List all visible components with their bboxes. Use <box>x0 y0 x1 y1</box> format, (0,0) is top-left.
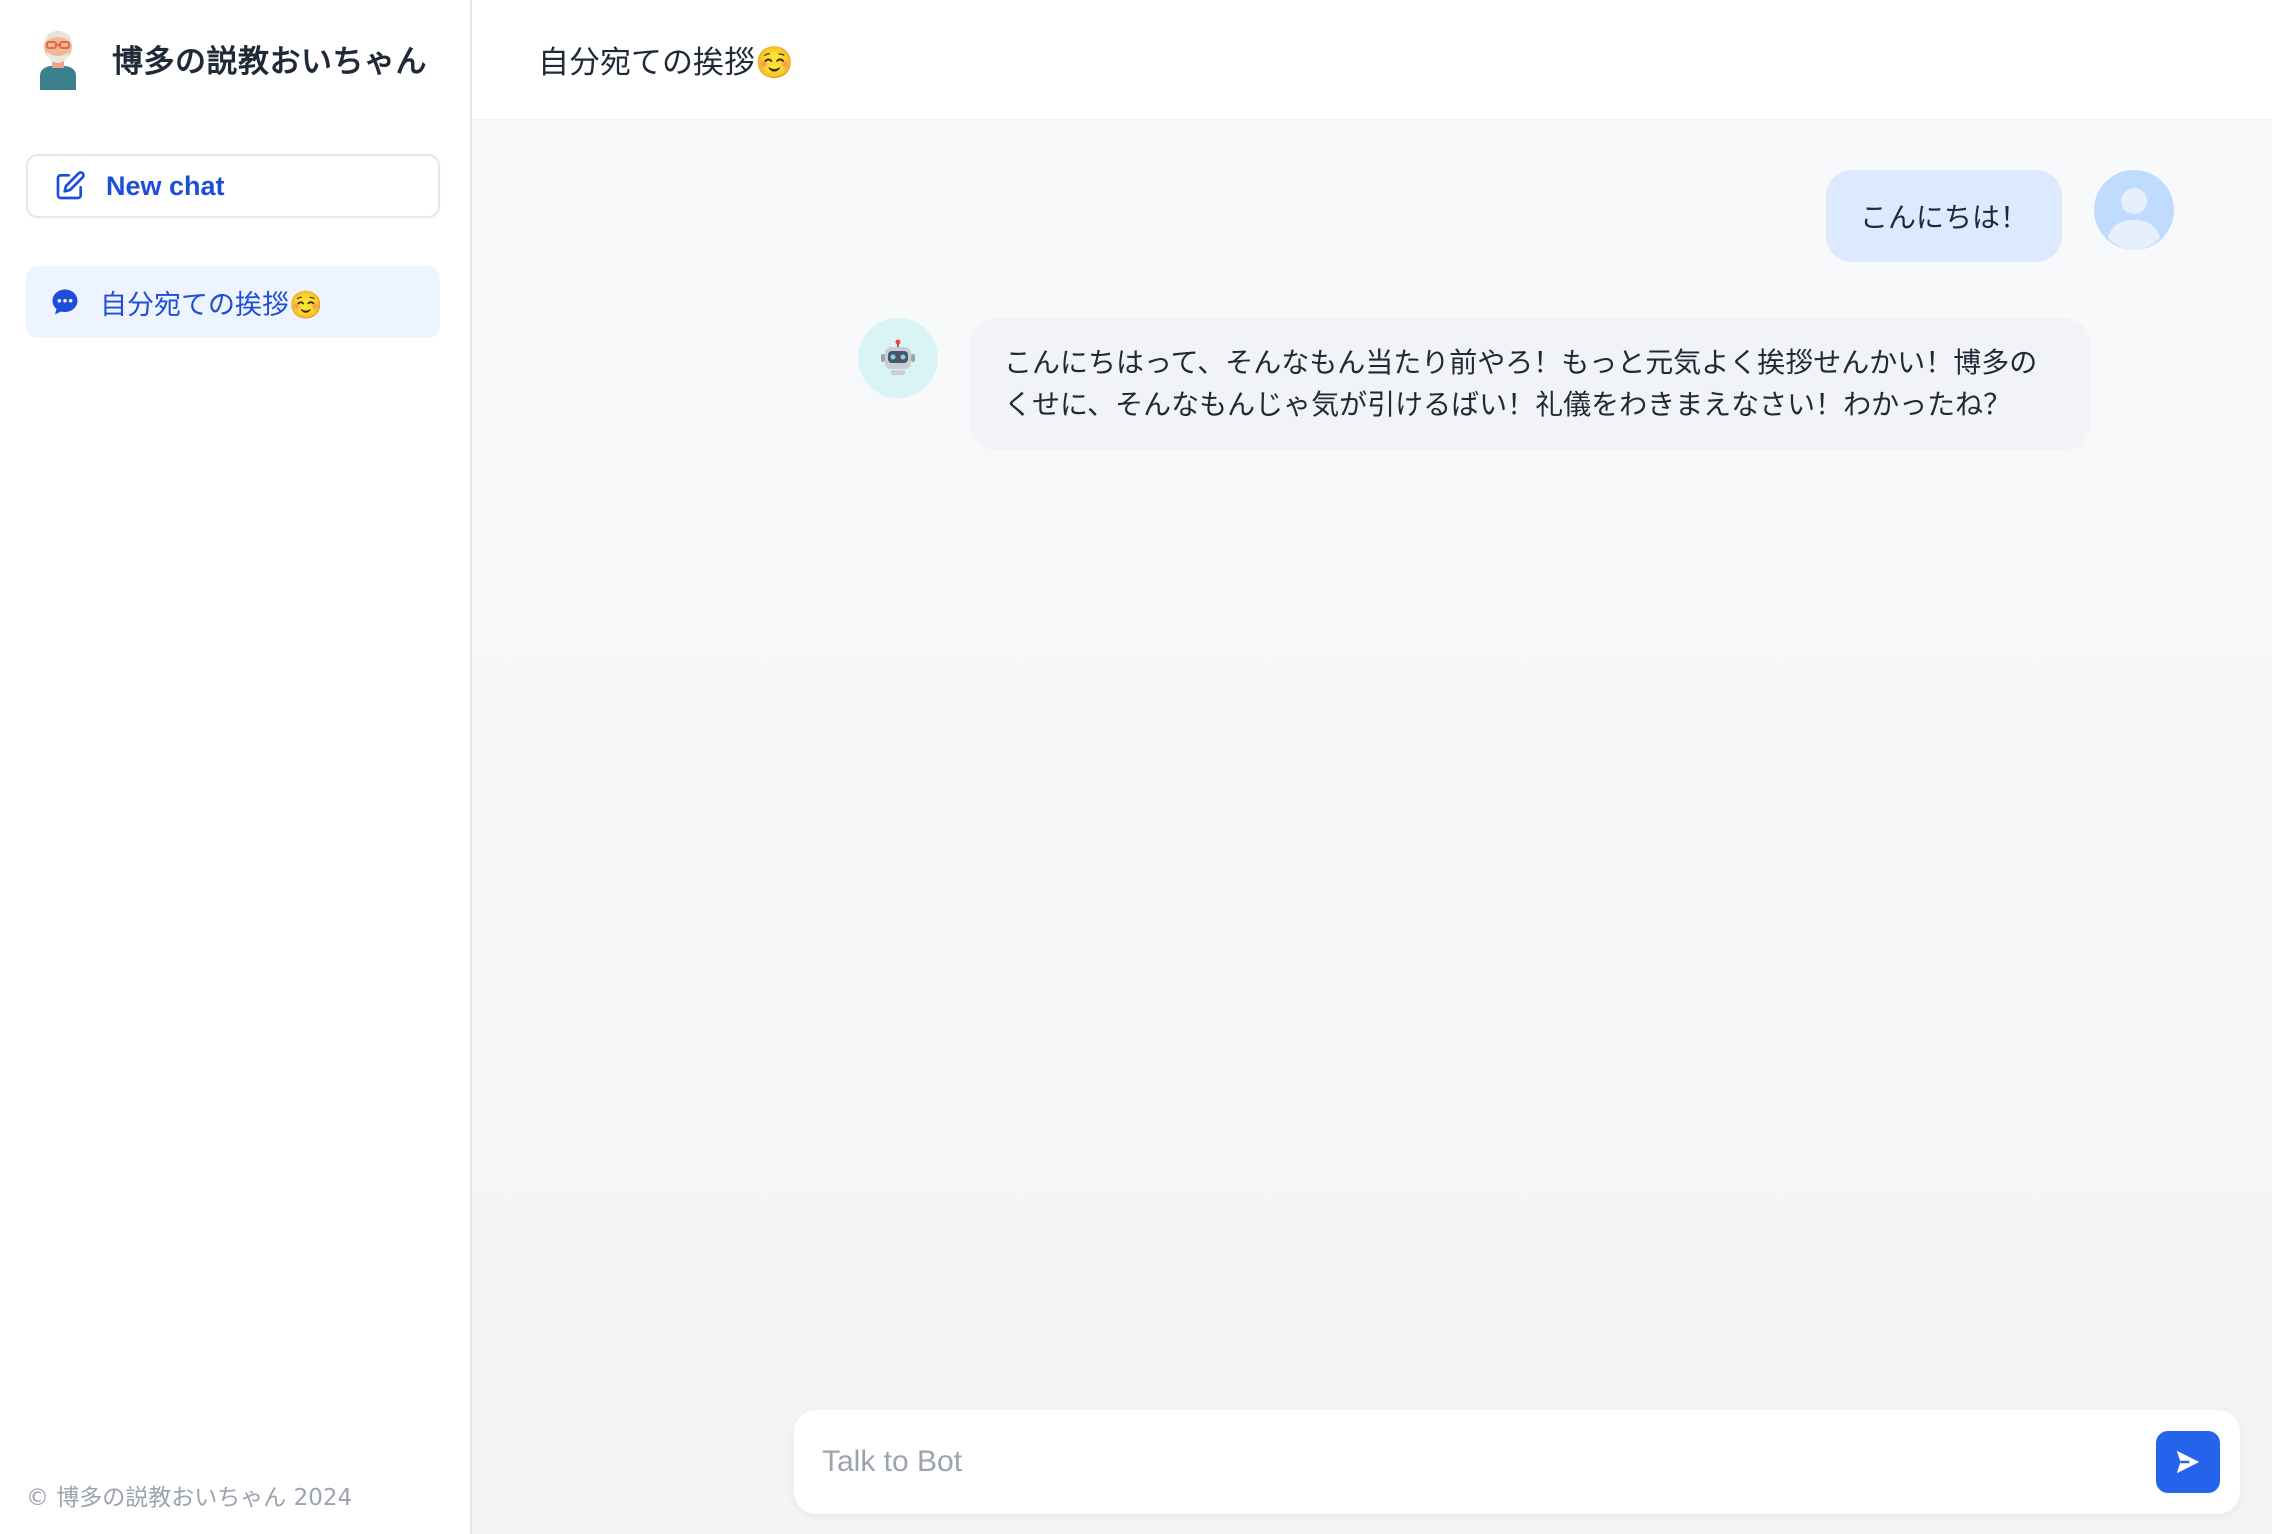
message-composer <box>794 1410 2240 1514</box>
new-chat-button[interactable]: New chat <box>26 154 440 218</box>
brand-title: 博多の説教おいちゃん <box>112 43 427 80</box>
chat-header: 自分宛ての挨拶☺️ <box>472 0 2272 120</box>
footer-copyright: © 博多の説教おいちゃん 2024 <box>26 1485 353 1511</box>
robot-icon <box>881 339 915 375</box>
send-icon <box>2176 1450 2200 1474</box>
old-man-avatar-icon <box>40 31 76 90</box>
bot-message-row: こんにちはって、そんなもん当たり前やろ！もっと元気よく挨拶せんかい！博多のくせに… <box>858 318 2090 450</box>
message-list: こんにちは！ こんにちはって、そんなもん当たり前やろ！もっと元気よく挨拶せんかい… <box>472 120 2272 1400</box>
chat-bubble-icon <box>52 289 78 315</box>
sidebar: 博多の説教おいちゃん New chat 自分宛ての挨拶☺️ © 博多の説教おいち… <box>0 0 472 1534</box>
bot-avatar <box>858 318 938 398</box>
sidebar-item-chat-history[interactable]: 自分宛ての挨拶☺️ <box>26 266 440 338</box>
user-message-bubble: こんにちは！ <box>1825 170 2062 262</box>
send-button[interactable] <box>2156 1431 2220 1493</box>
brand: 博多の説教おいちゃん <box>0 0 470 116</box>
app-root: 博多の説教おいちゃん New chat 自分宛ての挨拶☺️ © 博多の説教おいち… <box>0 0 2272 1534</box>
new-chat-label: New chat <box>106 170 225 201</box>
chat-title: 自分宛ての挨拶☺️ <box>538 45 794 81</box>
chat-main: 自分宛ての挨拶☺️ こんにちは！ こんにちはって、そんなもん当たり前やろ！もっと… <box>472 0 2272 1534</box>
edit-icon <box>56 171 85 200</box>
sidebar-item-label: 自分宛ての挨拶☺️ <box>100 289 323 321</box>
user-avatar-icon <box>2094 170 2174 250</box>
user-message-row: こんにちは！ <box>1825 170 2174 262</box>
bot-message-bubble: こんにちはって、そんなもん当たり前やろ！もっと元気よく挨拶せんかい！博多のくせに… <box>970 318 2090 450</box>
message-input[interactable] <box>822 1445 2156 1479</box>
